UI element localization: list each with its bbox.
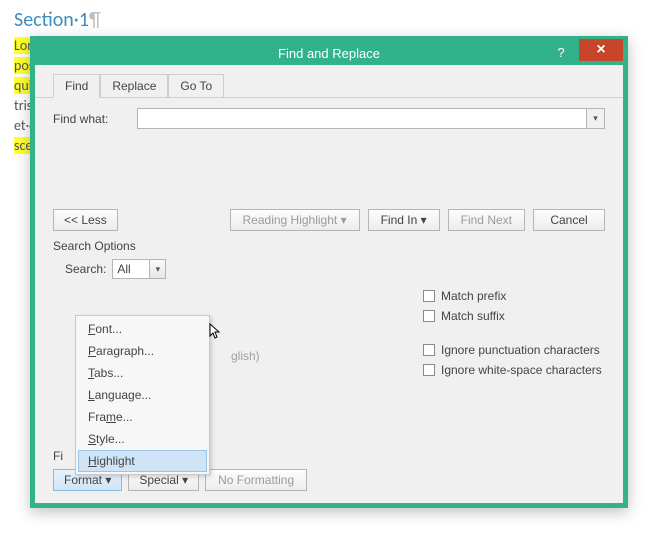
less-button[interactable]: << Less (53, 209, 118, 231)
find-replace-dialog: Find and Replace Find Replace Go To Find… (30, 36, 628, 508)
doc-heading: Section·1¶ (14, 10, 636, 30)
find-what-input[interactable] (138, 109, 586, 128)
tab-goto[interactable]: Go To (168, 74, 224, 98)
search-direction-select[interactable]: All ▾ (112, 259, 166, 279)
dialog-body: Find Replace Go To Find what: ▾ << Less … (35, 65, 623, 503)
menu-language[interactable]: Language... (78, 384, 207, 406)
ignore-punctuation-check[interactable]: Ignore punctuation characters (423, 343, 602, 357)
match-suffix-check[interactable]: Match suffix (423, 309, 506, 323)
search-options-label: Search Options (53, 239, 605, 253)
search-direction-label: Search: (65, 262, 106, 276)
checkbox-icon (423, 344, 435, 356)
titlebar-controls (543, 41, 623, 63)
dialog-title: Find and Replace (35, 46, 623, 61)
menu-font[interactable]: FFont...ont... (78, 318, 207, 340)
chevron-down-icon: ▾ (149, 260, 165, 278)
ignore-whitespace-check[interactable]: Ignore white-space characters (423, 363, 602, 377)
find-what-field[interactable]: ▾ (137, 108, 605, 129)
cancel-button[interactable]: Cancel (533, 209, 605, 231)
close-button[interactable] (579, 39, 623, 61)
menu-frame[interactable]: Frame... (78, 406, 207, 428)
action-row: << Less Reading Highlight ▾ Find In ▾ Fi… (53, 209, 605, 231)
match-prefix-check[interactable]: Match prefix (423, 289, 506, 303)
no-formatting-button[interactable]: No Formatting (205, 469, 307, 491)
pilcrow-icon: ¶ (89, 8, 101, 32)
format-menu: FFont...ont... Paragraph... Tabs... Lang… (75, 315, 210, 475)
find-what-dropdown[interactable]: ▾ (586, 109, 604, 128)
truncated-text: glish) (231, 349, 260, 363)
reading-highlight-button[interactable]: Reading Highlight ▾ (230, 209, 360, 231)
search-direction-value: All (113, 262, 149, 276)
tab-find[interactable]: Find (53, 74, 100, 98)
tab-replace[interactable]: Replace (100, 74, 168, 98)
heading-text: Section·1 (14, 8, 89, 32)
menu-paragraph[interactable]: Paragraph... (78, 340, 207, 362)
titlebar[interactable]: Find and Replace (35, 41, 623, 65)
menu-highlight[interactable]: Highlight (78, 450, 207, 472)
checkbox-icon (423, 290, 435, 302)
find-next-button[interactable]: Find Next (448, 209, 525, 231)
find-in-button[interactable]: Find In ▾ (368, 209, 440, 231)
checkbox-icon (423, 310, 435, 322)
tab-strip: Find Replace Go To (35, 65, 623, 98)
checkbox-icon (423, 364, 435, 376)
menu-style[interactable]: Style... (78, 428, 207, 450)
find-what-label: Find what: (53, 112, 137, 126)
help-button[interactable] (543, 41, 579, 63)
menu-tabs[interactable]: Tabs... (78, 362, 207, 384)
